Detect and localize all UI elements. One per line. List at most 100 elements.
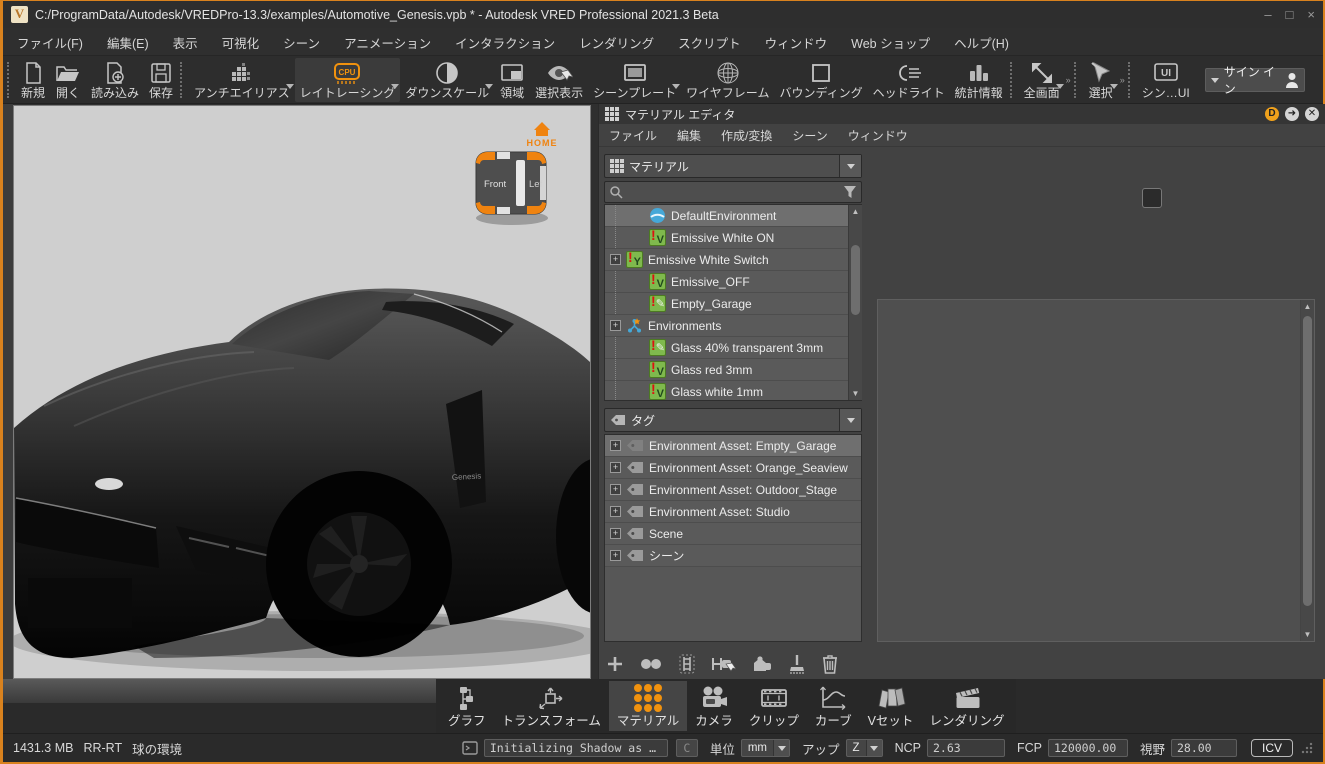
toolbar-overflow-icon[interactable]: » — [1066, 75, 1071, 85]
chevron-down-icon[interactable] — [286, 84, 294, 89]
chevron-down-icon[interactable] — [866, 740, 882, 756]
tag-row[interactable]: + Environment Asset: Empty_Garage — [605, 435, 861, 457]
toolbar-drag-handle[interactable] — [7, 62, 14, 98]
expand-icon[interactable]: + — [610, 550, 621, 561]
combo-dropdown-button[interactable] — [839, 155, 861, 177]
duplicate-material-icon[interactable] — [638, 654, 664, 674]
show-selection-button[interactable]: 選択表示 — [530, 58, 588, 102]
toolbar-drag-handle[interactable] — [1128, 62, 1135, 98]
module-curve[interactable]: カーブ — [807, 681, 860, 731]
material-search[interactable] — [604, 181, 862, 203]
tag-row[interactable]: + Environment Asset: Studio — [605, 501, 861, 523]
material-row[interactable]: !V Glass red 3mm — [605, 359, 861, 381]
material-row[interactable]: !V Glass white 1mm — [605, 381, 861, 401]
module-material[interactable]: マテリアル — [609, 681, 687, 731]
search-input[interactable] — [623, 185, 843, 199]
unit-select[interactable]: mm — [741, 739, 790, 757]
material-row[interactable]: + Environments — [605, 315, 861, 337]
ncp-field[interactable]: 2.63 — [927, 739, 1005, 757]
toolbar-drag-handle[interactable] — [180, 62, 187, 98]
panel-close-button[interactable]: ✕ — [1305, 107, 1319, 121]
material-row[interactable]: !✎ Glass 40% transparent 3mm — [605, 337, 861, 359]
chevron-down-icon[interactable] — [1110, 84, 1118, 89]
headlight-button[interactable]: ヘッドライト — [868, 58, 950, 102]
navigation-cube[interactable]: HOME Front Lef — [472, 116, 564, 228]
module-clip[interactable]: クリップ — [741, 681, 807, 731]
select-button[interactable]: 選択 — [1083, 58, 1119, 102]
terminal-icon[interactable] — [462, 741, 478, 755]
properties-scrollbar[interactable]: ▲ ▼ — [1300, 300, 1314, 641]
menu-file[interactable]: ファイル(F) — [17, 33, 83, 52]
open-button[interactable]: 開く — [50, 58, 86, 102]
scroll-up-icon[interactable]: ▲ — [849, 205, 862, 218]
antialias-button[interactable]: アンチエイリアス — [189, 58, 295, 102]
pin-button[interactable]: D — [1265, 107, 1279, 121]
material-row[interactable]: !✎ Empty_Garage — [605, 293, 861, 315]
chevron-down-icon[interactable] — [773, 740, 789, 756]
scrollbar-thumb[interactable] — [1303, 316, 1312, 606]
menu-animation[interactable]: アニメーション — [344, 33, 431, 52]
toolbar-drag-handle[interactable] — [1010, 62, 1017, 98]
mat-menu-scene[interactable]: シーン — [792, 127, 827, 144]
expand-icon[interactable]: + — [610, 320, 621, 331]
material-row[interactable]: DefaultEnvironment — [605, 205, 861, 227]
tag-row[interactable]: + シーン — [605, 545, 861, 567]
expand-icon[interactable]: + — [610, 484, 621, 495]
downscale-button[interactable]: ダウンスケール — [400, 58, 494, 102]
delete-material-icon[interactable] — [821, 653, 839, 675]
module-camera[interactable]: カメラ — [687, 681, 741, 731]
apply-material-icon[interactable] — [749, 654, 773, 674]
resize-grip[interactable] — [1301, 742, 1313, 754]
module-transform[interactable]: トランスフォーム — [494, 681, 609, 731]
preview-swatch[interactable] — [1142, 188, 1162, 208]
mat-menu-create-convert[interactable]: 作成/変換 — [721, 127, 772, 144]
mat-menu-edit[interactable]: 編集 — [677, 127, 701, 144]
expand-icon[interactable]: + — [610, 254, 621, 265]
mat-menu-file[interactable]: ファイル — [609, 127, 657, 144]
chevron-down-icon[interactable] — [672, 84, 680, 89]
expand-icon[interactable]: + — [610, 440, 621, 451]
module-variant-set[interactable]: Vセット — [860, 681, 922, 731]
tag-row[interactable]: + Environment Asset: Orange_Seaview — [605, 457, 861, 479]
fullscreen-button[interactable]: 全画面 — [1019, 58, 1065, 102]
expand-icon[interactable]: + — [610, 528, 621, 539]
menu-webshop[interactable]: Web ショップ — [851, 33, 930, 52]
wireframe-button[interactable]: ワイヤフレーム — [681, 58, 774, 102]
combo-dropdown-button[interactable] — [839, 409, 861, 431]
menu-scene[interactable]: シーン — [283, 33, 320, 52]
menu-script[interactable]: スクリプト — [678, 33, 741, 52]
module-scenegraph[interactable]: グラフ — [440, 681, 494, 731]
minimize-button[interactable]: – — [1264, 7, 1271, 22]
render-viewport[interactable]: Genesis HOME Front Lef — [13, 105, 591, 679]
material-row[interactable]: !V Emissive White ON — [605, 227, 861, 249]
undock-button[interactable]: ➜ — [1285, 107, 1299, 121]
toolbar-drag-handle[interactable] — [1074, 62, 1081, 98]
menu-view[interactable]: 表示 — [173, 33, 198, 52]
add-material-icon[interactable] — [605, 654, 625, 674]
sceneplate-button[interactable]: シーンプレート — [588, 58, 681, 102]
material-row[interactable]: !V Emissive_OFF — [605, 271, 861, 293]
tags-list[interactable]: + Environment Asset: Empty_Garage + Envi… — [604, 434, 862, 642]
console-button[interactable]: C — [676, 739, 698, 757]
select-assigned-icon[interactable] — [710, 654, 736, 674]
maximize-button[interactable]: □ — [1286, 7, 1294, 22]
fcp-field[interactable]: 120000.00 — [1048, 739, 1128, 757]
close-button[interactable]: × — [1307, 7, 1315, 22]
filter-icon[interactable] — [843, 185, 857, 199]
materials-combo[interactable]: マテリアル — [604, 154, 862, 178]
module-render[interactable]: レンダリング — [921, 681, 1012, 731]
tag-row[interactable]: + Environment Asset: Outdoor_Stage — [605, 479, 861, 501]
new-button[interactable]: 新規 — [16, 58, 50, 102]
chevron-down-icon[interactable] — [391, 84, 399, 89]
raytracing-button[interactable]: CPU レイトレーシング — [295, 58, 401, 102]
simple-ui-button[interactable]: UI シン…UI — [1137, 58, 1195, 102]
material-graph-icon[interactable] — [677, 653, 697, 675]
up-axis-select[interactable]: Z — [846, 739, 883, 757]
save-button[interactable]: 保存 — [144, 58, 178, 102]
icv-button[interactable]: ICV — [1251, 739, 1293, 757]
menu-edit[interactable]: 編集(E) — [107, 33, 149, 52]
scroll-down-icon[interactable]: ▼ — [1301, 628, 1314, 641]
scroll-down-icon[interactable]: ▼ — [849, 387, 862, 400]
statistics-button[interactable]: 統計情報 — [950, 58, 1008, 102]
bounding-button[interactable]: バウンディング — [774, 58, 867, 102]
